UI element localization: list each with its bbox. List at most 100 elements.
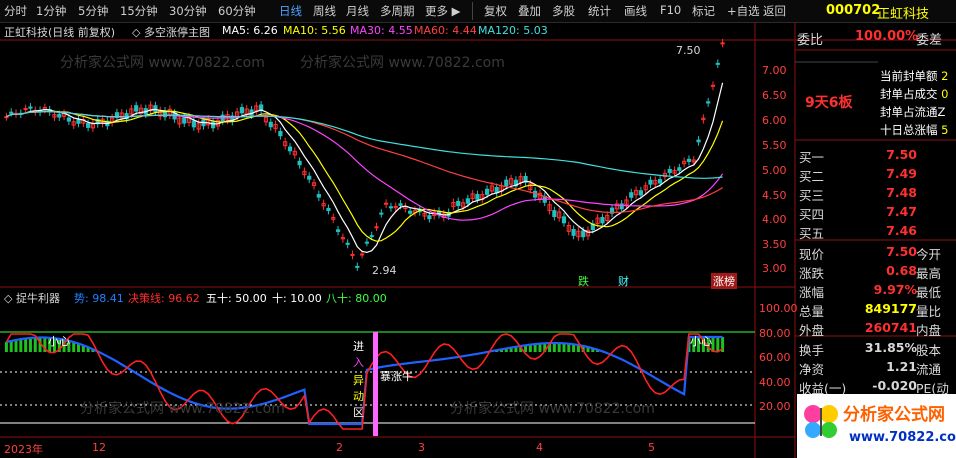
stat-value: 1.21 [886,359,917,374]
candle [561,216,567,224]
order-price: 7.50 [886,147,917,162]
stat-label: 最高 [916,266,942,281]
logo-url: www.70822.com [849,430,956,445]
sub-indicator-name[interactable]: ◇ 捉牛利器 [4,290,60,306]
candle [571,229,576,236]
date-tick: 12 [92,441,106,454]
strength-bar [538,343,542,352]
indicator-selector[interactable]: ◇ 多空涨停主图 [132,24,210,40]
limit-up-count: 9天6板 [805,95,853,111]
buy-order-row[interactable]: 买三 7.48 [797,184,955,203]
order-level: 买三 [799,188,825,203]
watermark: 分析家公式网 www.70822.com [300,55,505,71]
price-tick: 3.50 [762,238,787,251]
bashi-label: 八十: 80.00 [326,292,387,305]
stat-label: 流通 [916,362,942,377]
buy-order-row[interactable]: 买四 7.47 [797,203,955,222]
candle [408,210,413,214]
stat-label: 净资 [799,362,825,377]
candle [710,84,716,87]
sub-tick: 100.00 [759,302,798,315]
candle [268,121,273,128]
bull-label: 暴涨牛 [380,370,413,383]
strength-bar [562,343,566,352]
candle [465,198,470,204]
entry-label: 异 [353,374,364,387]
candle [629,192,634,198]
candle [134,105,139,112]
candle [28,106,33,109]
sub-tick: 40.00 [759,376,791,389]
watermark: 分析家公式网 www.70822.com [60,55,265,71]
candle [475,193,480,200]
stat-label: 总量 [799,304,825,319]
strength-bar [557,343,561,352]
stat-value: 7.50 [886,244,917,259]
entry-label: 区 [353,406,364,419]
candle [191,120,196,128]
price-tick: 6.50 [762,89,787,102]
candle [326,207,331,212]
weibi-label: 委比 [797,33,824,48]
caution-label: 小心 [48,335,70,348]
stat-row: 涨跌 0.68 最高 [797,262,955,281]
stat-value: 260741 [864,320,917,335]
candle [86,123,91,128]
strength-bar [552,343,556,352]
buy-order-row[interactable]: 买一 7.50 [797,146,955,165]
candle [57,113,62,118]
candle [278,131,283,137]
ma-line [6,110,723,213]
jueceline-label: 决策线: 96.62 [128,292,200,305]
stat-label: 最低 [916,285,942,300]
order-level: 买二 [799,169,825,184]
stat-row: 外盘 260741 内盘 [797,319,955,338]
order-level: 买一 [799,150,825,165]
candle [374,226,379,229]
price-tick: 3.00 [762,262,787,275]
stat-row: 现价 7.50 今开 [797,243,955,262]
candle [369,235,374,238]
order-price: 7.46 [886,223,917,238]
candle [359,253,365,256]
panel-row: 封单占流通Z [880,105,946,119]
candle [76,119,81,124]
sub-tick: 20.00 [759,400,791,413]
candle [66,117,71,122]
order-price: 7.48 [886,185,917,200]
candle [686,158,692,162]
candle [239,107,245,114]
candle [715,62,720,65]
strength-bar [28,337,32,352]
stat-value: -0.020 [872,378,917,393]
candle [619,203,624,210]
entry-label: 进 [353,340,364,353]
logo-title: 分析家公式网 [843,405,945,425]
weibi-value: 100.00% [855,29,919,44]
candle [581,230,586,238]
stat-label: 今开 [916,247,942,262]
buy-order-row[interactable]: 买五 7.46 [797,222,955,241]
date-tick: 4 [536,441,543,454]
ma120-label: MA120: 5.03 [478,24,548,37]
candle [484,188,490,195]
candle [696,139,701,143]
buy-order-row[interactable]: 买二 7.49 [797,165,955,184]
watermark: 分析家公式网 www.70822.com [80,401,285,417]
candle [456,200,461,207]
wushi-label: 五十: 50.00 [206,292,267,305]
high-price-marker: 7.50 [676,44,701,57]
price-tick: 5.00 [762,164,787,177]
ma30-label: MA30: 4.55 [350,24,413,37]
sub-tick: 60.00 [759,351,791,364]
ma60-label: MA60: 4.44 [414,24,477,37]
strength-bar [72,342,76,352]
candle [9,111,14,114]
stat-value: 31.85% [864,340,917,355]
strength-bar [14,339,18,352]
stat-label: 外盘 [799,323,825,338]
candle [307,175,312,180]
candle [364,241,370,244]
order-price: 7.49 [886,166,917,181]
caution-label: 小心 [690,335,712,348]
